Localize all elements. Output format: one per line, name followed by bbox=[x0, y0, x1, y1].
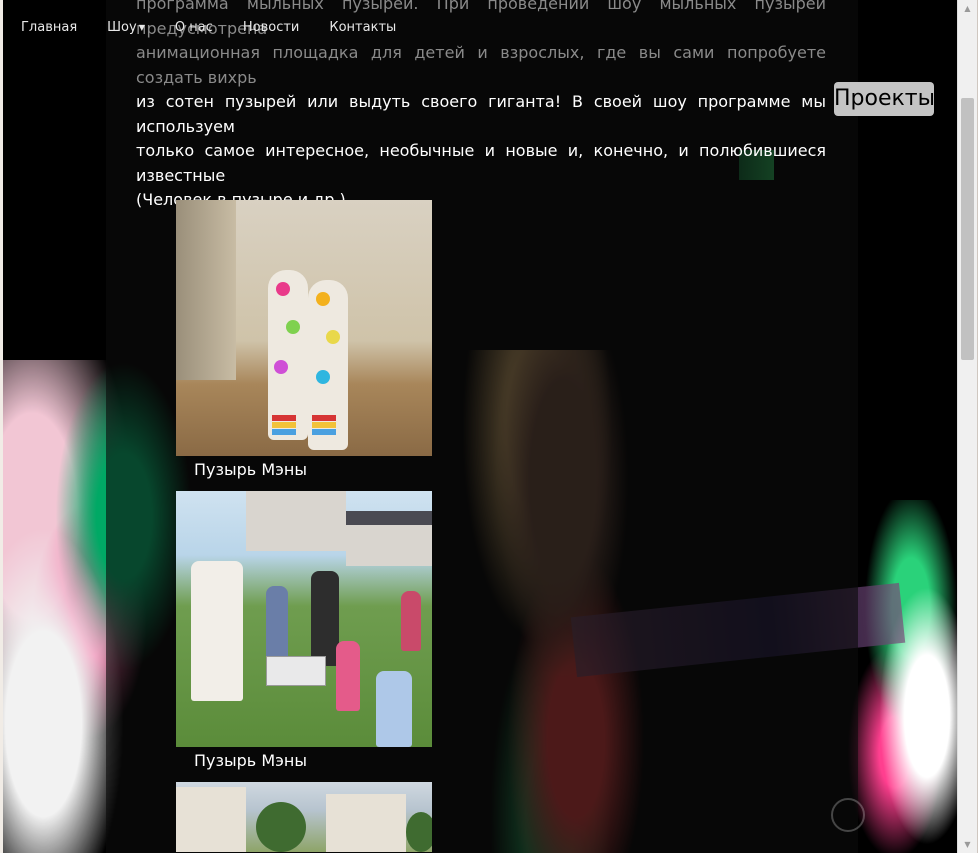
intro-line: из сотен пузырей или выдуть своего гиган… bbox=[136, 92, 826, 136]
photo-kid bbox=[266, 586, 288, 666]
photo-kid bbox=[376, 671, 412, 747]
photo-stripe bbox=[272, 415, 296, 421]
photo-house bbox=[176, 787, 246, 852]
photo-curtain bbox=[176, 200, 236, 380]
photo-kid bbox=[336, 641, 360, 711]
photo-kid bbox=[401, 591, 421, 651]
gallery-caption[interactable]: Пузырь Мэны bbox=[176, 747, 432, 782]
photo-dot bbox=[316, 370, 330, 384]
intro-line: только самое интересное, необычные и нов… bbox=[136, 141, 826, 185]
nav-item-news[interactable]: Новости bbox=[243, 20, 300, 35]
nav-item-label: Шоу bbox=[107, 20, 137, 35]
photo-stripe bbox=[312, 429, 336, 435]
photo-dot bbox=[286, 320, 300, 334]
scroll-up-arrow-icon[interactable]: ▲ bbox=[958, 0, 977, 17]
gallery-card[interactable]: Пузырь Мэны bbox=[176, 491, 432, 782]
photo-stripe bbox=[272, 429, 296, 435]
nav-item-label: Новости bbox=[242, 20, 300, 35]
photo-clown bbox=[191, 561, 243, 701]
projects-button[interactable]: Проекты bbox=[834, 82, 935, 116]
photo-dot bbox=[274, 360, 288, 374]
photo-house bbox=[246, 491, 346, 551]
nav-item-label: О нас bbox=[174, 20, 213, 35]
photo-table bbox=[266, 656, 326, 686]
nav-item-about[interactable]: О нас bbox=[175, 20, 213, 35]
photo-kid bbox=[311, 571, 339, 666]
nav-item-label: Главная bbox=[21, 20, 78, 35]
scroll-down-arrow-icon[interactable]: ▼ bbox=[958, 836, 977, 853]
photo-dot bbox=[276, 282, 290, 296]
photo-house bbox=[346, 521, 432, 566]
nav-item-show[interactable]: Шоу ▼ bbox=[107, 20, 145, 35]
vertical-scrollbar[interactable]: ▲ ▼ bbox=[957, 0, 977, 853]
photo-stripe bbox=[312, 422, 336, 428]
scroll-to-top-icon[interactable] bbox=[831, 798, 865, 832]
gallery-photo[interactable] bbox=[176, 200, 432, 456]
photo-tree bbox=[256, 802, 306, 852]
gallery: Пузырь Мэны Пузырь Мэны bbox=[176, 200, 432, 852]
gallery-caption[interactable]: Пузырь Мэны bbox=[176, 456, 432, 491]
photo-dot bbox=[326, 330, 340, 344]
photo-roof bbox=[346, 511, 432, 525]
photo-house bbox=[326, 794, 406, 852]
gallery-card[interactable]: Пузырь Мэны bbox=[176, 200, 432, 491]
photo-tree bbox=[406, 812, 432, 852]
scroll-thumb[interactable] bbox=[961, 98, 974, 360]
gallery-photo[interactable] bbox=[176, 782, 432, 852]
caret-down-icon: ▼ bbox=[138, 23, 145, 32]
main-nav: Главная Шоу ▼ О нас Новости Контакты bbox=[3, 0, 943, 55]
gallery-photo[interactable] bbox=[176, 491, 432, 747]
nav-item-home[interactable]: Главная bbox=[21, 20, 77, 35]
photo-dot bbox=[316, 292, 330, 306]
nav-item-contacts[interactable]: Контакты bbox=[329, 20, 396, 35]
photo-stripe bbox=[272, 422, 296, 428]
photo-stripe bbox=[312, 415, 336, 421]
nav-item-label: Контакты bbox=[329, 20, 397, 35]
gallery-card[interactable] bbox=[176, 782, 432, 852]
